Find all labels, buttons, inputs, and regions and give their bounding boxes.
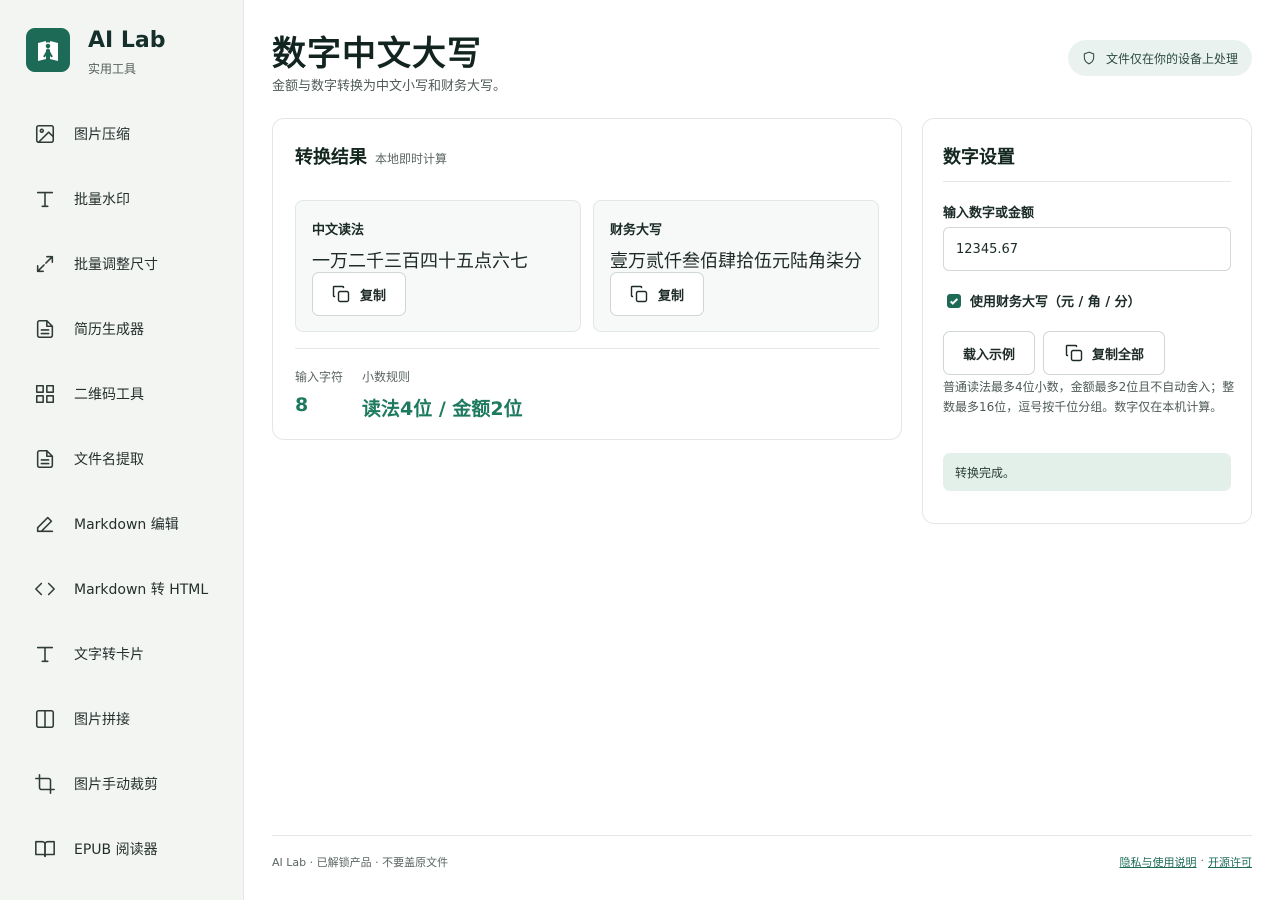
- privacy-link[interactable]: 隐私与使用说明: [1120, 854, 1197, 870]
- sidebar-item-filename-extract[interactable]: 文件名提取: [0, 426, 243, 491]
- footer-divider: [272, 835, 1252, 836]
- resize-icon: [33, 252, 57, 276]
- sidebar-item-label: 图片压缩: [74, 126, 130, 143]
- text-icon: [33, 187, 57, 211]
- copy-icon: [630, 285, 648, 303]
- footer-text: AI Lab · 已解锁产品 · 不要盖原文件: [272, 856, 449, 869]
- shield-icon: [1083, 51, 1095, 65]
- code-icon: [33, 577, 57, 601]
- copy-finance-button[interactable]: 复制: [610, 272, 704, 316]
- sidebar-item-image-stitch[interactable]: 图片拼接: [0, 686, 243, 751]
- sidebar: AI Lab 实用工具 图片压缩 批量水印 批量调整尺寸 简历生成器 二维码工具…: [0, 0, 244, 900]
- stat-label: 输入字符: [295, 370, 344, 384]
- privacy-badge: 文件仅在你的设备上处理: [1067, 40, 1252, 76]
- stat-decimal-rule: 小数规则 读法4位 / 金额2位: [362, 368, 523, 421]
- columns-icon: [33, 707, 57, 731]
- settings-divider: [943, 181, 1231, 182]
- settings-title: 数字设置: [943, 147, 1015, 168]
- sidebar-item-label: 二维码工具: [74, 386, 144, 403]
- load-example-button[interactable]: 载入示例: [943, 331, 1035, 375]
- sidebar-item-batch-watermark[interactable]: 批量水印: [0, 166, 243, 231]
- sidebar-item-markdown-edit[interactable]: Markdown 编辑: [0, 491, 243, 556]
- brand-subtitle: 实用工具: [88, 62, 137, 76]
- status-message: 转换完成。: [943, 453, 1231, 491]
- copy-all-button[interactable]: 复制全部: [1043, 331, 1165, 375]
- crop-icon: [33, 772, 57, 796]
- sidebar-item-label: Markdown 转 HTML: [74, 581, 209, 598]
- result-title: 转换结果: [295, 147, 367, 168]
- number-input-label: 输入数字或金额: [943, 206, 1035, 221]
- finance-checkbox[interactable]: [947, 293, 961, 308]
- brand-logo-icon: [26, 28, 70, 72]
- chinese-reading-box: 中文读法 一万二千三百四十五点六七 复制: [295, 200, 581, 332]
- result-card: 转换结果 本地即时计算 中文读法 一万二千三百四十五点六七 复制 财务大写 壹万…: [272, 118, 902, 440]
- sidebar-item-label: 批量调整尺寸: [74, 256, 158, 273]
- result-tag: 本地即时计算: [375, 152, 448, 166]
- copy-icon: [1065, 344, 1083, 362]
- copy-all-label: 复制全部: [1091, 347, 1144, 363]
- copy-chinese-label: 复制: [360, 288, 387, 304]
- stat-label: 小数规则: [362, 370, 411, 384]
- copy-chinese-button[interactable]: 复制: [312, 272, 406, 316]
- result-divider: [295, 348, 879, 349]
- sidebar-item-label: 文件名提取: [74, 451, 144, 468]
- sidebar-item-label: 文字转卡片: [74, 646, 144, 663]
- stat-value: 读法4位 / 金额2位: [362, 398, 523, 420]
- number-input[interactable]: [943, 227, 1231, 271]
- footer-links: 隐私与使用说明 · 开源许可: [1120, 854, 1253, 870]
- license-link[interactable]: 开源许可: [1208, 854, 1252, 870]
- book-icon: [33, 837, 57, 861]
- finance-uppercase-value: 壹万贰仟叁佰肆拾伍元陆角柒分: [610, 251, 862, 272]
- sidebar-item-label: 图片拼接: [74, 711, 130, 728]
- sidebar-item-image-compress[interactable]: 图片压缩: [0, 101, 243, 166]
- pen-icon: [33, 512, 57, 536]
- text-icon: [33, 642, 57, 666]
- sidebar-item-epub-reader[interactable]: EPUB 阅读器: [0, 816, 243, 881]
- footer-separator: ·: [1200, 854, 1205, 867]
- document-icon: [33, 317, 57, 341]
- page-subtitle: 金额与数字转换为中文小写和财务大写。: [272, 79, 507, 94]
- sidebar-item-label: EPUB 阅读器: [74, 841, 158, 858]
- settings-card: 数字设置 输入数字或金额 使用财务大写（元 / 角 / 分） 载入示例 复制全部…: [922, 118, 1252, 524]
- sidebar-item-markdown-to-html[interactable]: Markdown 转 HTML: [0, 556, 243, 621]
- sidebar-item-label: 图片手动裁剪: [74, 776, 158, 793]
- grid-icon: [33, 382, 57, 406]
- chinese-reading-value: 一万二千三百四十五点六七: [312, 251, 528, 272]
- sidebar-item-batch-resize[interactable]: 批量调整尺寸: [0, 231, 243, 296]
- stat-value: 8: [295, 394, 309, 416]
- page-title: 数字中文大写: [272, 34, 482, 74]
- copy-finance-label: 复制: [658, 288, 685, 304]
- chinese-reading-label: 中文读法: [312, 223, 365, 238]
- sidebar-item-label: 批量水印: [74, 191, 130, 208]
- sidebar-nav: 图片压缩 批量水印 批量调整尺寸 简历生成器 二维码工具 文件名提取 Markd…: [0, 101, 243, 881]
- sidebar-item-label: 简历生成器: [74, 321, 144, 338]
- privacy-badge-text: 文件仅在你的设备上处理: [1105, 51, 1238, 66]
- main-content: 数字中文大写 金额与数字转换为中文小写和财务大写。 文件仅在你的设备上处理 转换…: [244, 0, 1280, 900]
- sidebar-item-image-crop[interactable]: 图片手动裁剪: [0, 751, 243, 816]
- finance-uppercase-label: 财务大写: [610, 223, 663, 238]
- sidebar-item-label: Markdown 编辑: [74, 516, 179, 533]
- finance-checkbox-row[interactable]: 使用财务大写（元 / 角 / 分）: [947, 291, 1141, 310]
- finance-uppercase-box: 财务大写 壹万贰仟叁佰肆拾伍元陆角柒分 复制: [593, 200, 879, 332]
- sidebar-item-resume-builder[interactable]: 简历生成器: [0, 296, 243, 361]
- help-text: 普通读法最多4位小数，金额最多2位且不自动舍入；整数最多16位，逗号按千位分组。…: [943, 380, 1235, 414]
- brand-name: AI Lab: [88, 28, 166, 53]
- finance-checkbox-label: 使用财务大写（元 / 角 / 分）: [970, 295, 1141, 310]
- copy-icon: [332, 285, 350, 303]
- brand[interactable]: AI Lab 实用工具: [26, 28, 165, 77]
- check-icon: [949, 297, 959, 305]
- image-icon: [33, 122, 57, 146]
- sidebar-item-qrcode[interactable]: 二维码工具: [0, 361, 243, 426]
- sidebar-item-text-to-card[interactable]: 文字转卡片: [0, 621, 243, 686]
- stat-input-chars: 输入字符 8: [295, 368, 343, 416]
- document-icon: [33, 447, 57, 471]
